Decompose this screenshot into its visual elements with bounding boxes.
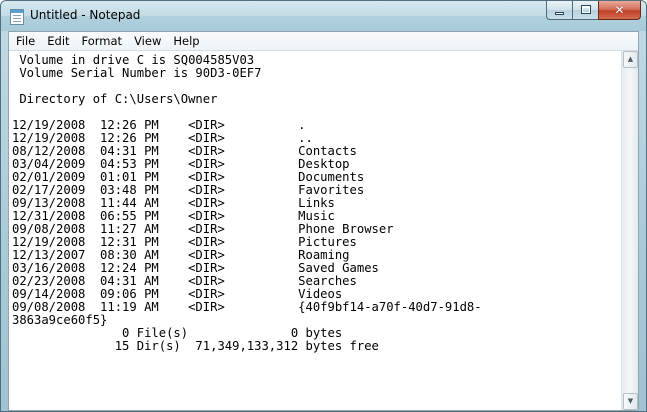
scroll-down-button[interactable]: ▼ bbox=[623, 393, 638, 410]
notepad-icon[interactable] bbox=[10, 9, 24, 25]
arrow-up-icon: ▲ bbox=[627, 55, 634, 63]
menu-format[interactable]: Format bbox=[76, 32, 129, 50]
text-line: Volume Serial Number is 90D3-0EF7 bbox=[12, 66, 262, 80]
minimize-button[interactable] bbox=[546, 1, 572, 20]
window-title: Untitled - Notepad bbox=[30, 8, 141, 22]
document-text: Volume in drive C is SQ004585V03 Volume … bbox=[9, 51, 621, 353]
close-button[interactable]: ✕ bbox=[598, 1, 641, 20]
menu-edit[interactable]: Edit bbox=[41, 32, 75, 50]
vertical-scrollbar[interactable]: ▲ ▼ bbox=[621, 51, 638, 410]
close-icon: ✕ bbox=[614, 3, 625, 17]
maximize-icon bbox=[581, 5, 591, 14]
window-controls: ✕ bbox=[546, 1, 641, 21]
menu-view[interactable]: View bbox=[128, 32, 167, 50]
title-bar[interactable]: Untitled - Notepad ✕ bbox=[1, 1, 646, 31]
scroll-up-button[interactable]: ▲ bbox=[623, 51, 638, 68]
minimize-icon bbox=[555, 12, 564, 15]
menu-help[interactable]: Help bbox=[167, 32, 205, 50]
text-line: Directory of C:\Users\Owner bbox=[12, 92, 218, 106]
text-line: 15 Dir(s) 71,349,133,312 bytes free bbox=[12, 339, 379, 353]
menu-file[interactable]: File bbox=[9, 32, 41, 50]
notepad-window: Untitled - Notepad ✕ File Edit Format Vi… bbox=[0, 0, 647, 412]
arrow-down-icon: ▼ bbox=[627, 397, 634, 405]
text-editor[interactable]: Volume in drive C is SQ004585V03 Volume … bbox=[9, 51, 621, 410]
maximize-button[interactable] bbox=[572, 1, 598, 20]
client-area: File Edit Format View Help Volume in dri… bbox=[8, 31, 639, 411]
menu-bar: File Edit Format View Help bbox=[9, 32, 638, 51]
